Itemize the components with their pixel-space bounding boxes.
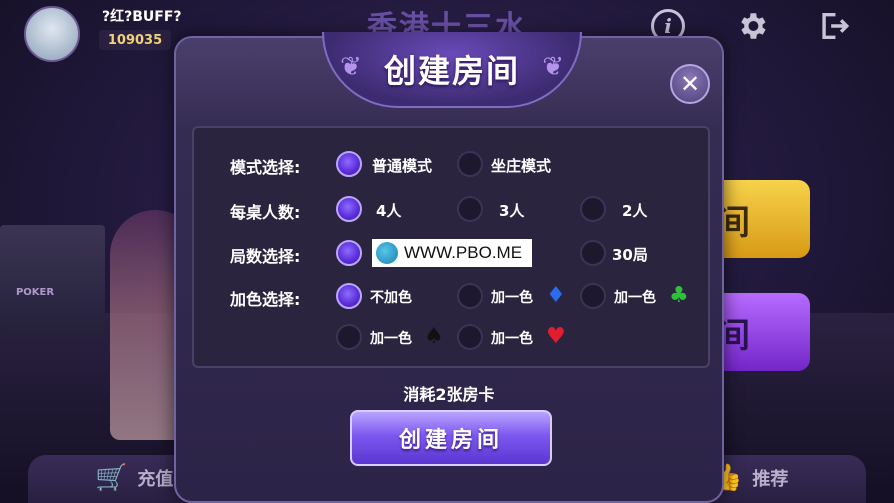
diamond-icon: ♦ (546, 283, 566, 308)
option-players-3[interactable]: 3人 (499, 200, 524, 221)
username: ?红?BUFF? (102, 9, 182, 25)
option-colors-club[interactable]: 加一色 (614, 287, 656, 307)
radio-players-2[interactable] (580, 196, 606, 222)
cart-icon: 🛒 (95, 463, 128, 493)
option-colors-heart[interactable]: 加一色 (491, 328, 533, 348)
room-card-cost: 消耗2张房卡 (403, 385, 495, 404)
colors-label: 加色选择: (230, 290, 301, 309)
radio-mode-banker[interactable] (457, 151, 483, 177)
radio-rounds-first[interactable] (336, 240, 362, 266)
poker-sign: POKER (15, 287, 55, 298)
option-colors-spade[interactable]: 加一色 (370, 328, 412, 348)
recharge-button[interactable]: 🛒 充值 (95, 463, 173, 493)
create-room-dialog: ❦ ❦ 创建房间 ✕ 模式选择: 普通模式 坐庄模式 每桌人数: 4人 3人 2… (174, 32, 724, 503)
close-button[interactable]: ✕ (670, 64, 710, 104)
rounds-label: 局数选择: (230, 247, 301, 266)
create-room-button[interactable]: 创建房间 (350, 410, 552, 466)
poker-table (0, 225, 105, 335)
option-colors-none[interactable]: 不加色 (370, 287, 412, 307)
option-players-4[interactable]: 4人 (376, 200, 401, 221)
dialog-title: 创建房间 (383, 52, 520, 90)
heart-icon: ♥ (546, 324, 566, 349)
recharge-label: 充值 (137, 469, 174, 490)
coin-balance: 109035 (99, 30, 171, 50)
close-icon: ✕ (679, 70, 701, 98)
club-icon: ♣ (669, 283, 689, 308)
radio-colors-heart[interactable] (457, 324, 483, 350)
radio-players-3[interactable] (457, 196, 483, 222)
radio-colors-club[interactable] (580, 283, 606, 309)
gear-icon[interactable] (732, 6, 772, 46)
option-mode-banker[interactable]: 坐庄模式 (491, 155, 551, 176)
option-mode-normal[interactable]: 普通模式 (372, 155, 432, 176)
watermark-logo-icon (376, 242, 398, 264)
radio-colors-diamond[interactable] (457, 283, 483, 309)
watermark-overlay: WWW.PBO.ME (372, 239, 532, 267)
dialog-header: ❦ ❦ 创建房间 (322, 32, 582, 108)
mode-label: 模式选择: (230, 158, 301, 177)
option-rounds-30[interactable]: 30局 (612, 244, 648, 265)
option-players-2[interactable]: 2人 (622, 200, 647, 221)
radio-players-4[interactable] (336, 196, 362, 222)
players-label: 每桌人数: (230, 203, 301, 222)
radio-mode-normal[interactable] (336, 151, 362, 177)
watermark-text: WWW.PBO.ME (404, 243, 523, 262)
exit-icon[interactable] (814, 6, 854, 46)
recommend-label: 推荐 (752, 469, 789, 490)
option-colors-diamond[interactable]: 加一色 (491, 287, 533, 307)
avatar[interactable] (24, 6, 80, 62)
spade-icon: ♠ (424, 324, 444, 349)
radio-rounds-30[interactable] (580, 240, 606, 266)
radio-colors-spade[interactable] (336, 324, 362, 350)
radio-colors-none[interactable] (336, 283, 362, 309)
